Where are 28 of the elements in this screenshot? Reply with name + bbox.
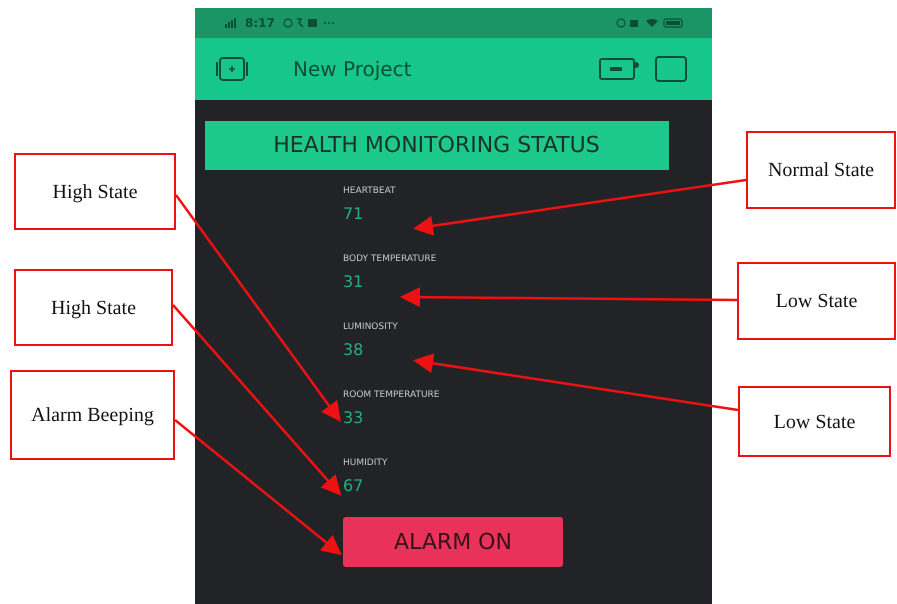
reading-label: HEARTBEAT (343, 186, 396, 196)
annotation-label: Low State (738, 386, 891, 457)
phone-icon (296, 18, 304, 28)
clock-time: 8:17 (245, 16, 275, 30)
device-icon[interactable] (215, 56, 249, 82)
reading-value: 38 (343, 340, 364, 359)
project-title: New Project (293, 57, 412, 81)
reading-label: BODY TEMPERATURE (343, 254, 436, 264)
annotation-label: Normal State (746, 131, 896, 209)
annotation-label: Alarm Beeping (10, 370, 175, 460)
image-icon (308, 19, 317, 27)
reading-value: 31 (343, 272, 364, 291)
signal-icon (225, 18, 237, 28)
reading-value: 67 (343, 476, 364, 495)
reading-value: 71 (343, 204, 364, 223)
annotation-label: High State (14, 269, 173, 346)
phone-battery-icon (663, 18, 683, 28)
alarm-button[interactable]: ALARM ON (343, 517, 563, 567)
wifi-icon (646, 19, 658, 27)
battery-icon[interactable] (598, 57, 640, 81)
reading-label: ROOM TEMPERATURE (343, 390, 440, 400)
square-icon[interactable] (654, 55, 688, 83)
reading-label: LUMINOSITY (343, 322, 398, 332)
reading-value: 33 (343, 408, 364, 427)
status-banner: HEALTH MONITORING STATUS (204, 121, 668, 170)
annotation-label: Low State (737, 262, 896, 340)
annotation-label: High State (14, 153, 176, 230)
reading-label: HUMIDITY (343, 458, 388, 468)
